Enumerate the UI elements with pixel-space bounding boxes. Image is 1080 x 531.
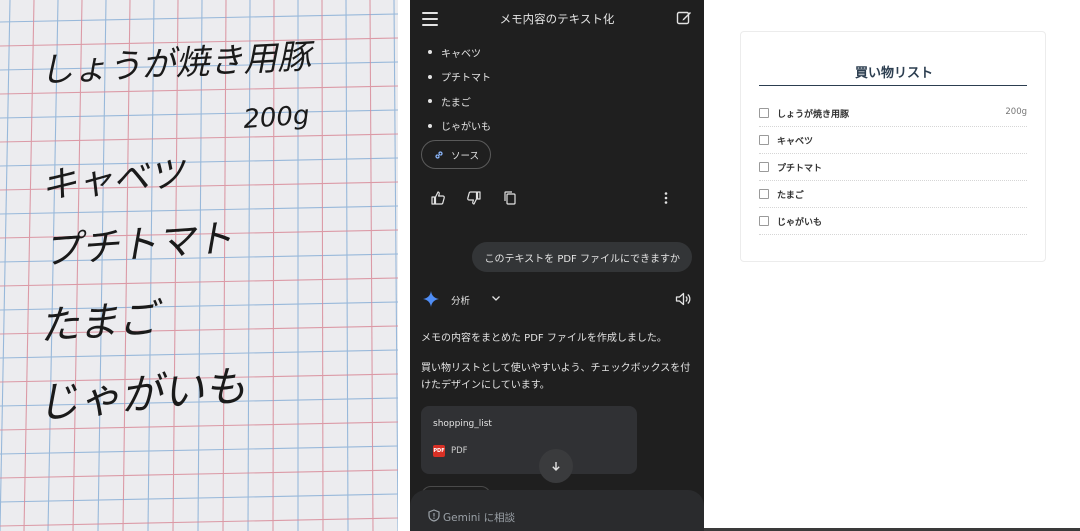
pdf-file-icon: PDF (433, 445, 445, 457)
copy-icon (504, 191, 516, 205)
chat-app: メモ内容のテキスト化 キャベツ プチトマト たまご じゃがいも ソース このテキ… (410, 0, 704, 531)
memo-line-potato: じゃがいも (35, 361, 248, 428)
shopping-list-item: じゃがいも (759, 208, 1027, 235)
memo-line-cabbage: キャベツ (39, 153, 189, 207)
more-vert-icon (664, 192, 668, 204)
chevron-down-icon[interactable] (490, 292, 502, 304)
title-divider (759, 85, 1027, 86)
list-item: プチトマト (428, 65, 491, 90)
list-item: キャベツ (428, 40, 491, 65)
prompt-input[interactable]: Gemini に相談 (443, 510, 515, 525)
list-item-label: じゃがいも (441, 122, 491, 134)
pdf-preview-panel: 買い物リスト しょうが焼き用豚 200g キャベツ プチトマト たまご じゃがい… (704, 0, 1080, 531)
response-actions (410, 190, 704, 210)
scroll-to-bottom-button[interactable] (539, 449, 573, 483)
bullet-list: キャベツ プチトマト たまご じゃがいも (428, 40, 491, 138)
reply-paragraph: メモの内容をまとめた PDF ファイルを作成しました。 (421, 333, 667, 344)
user-message-text: このテキストを PDF ファイルにできますか (484, 253, 680, 265)
list-item: たまご (428, 89, 491, 114)
memo-line-amount: 200g (242, 100, 310, 135)
pdf-page: 買い物リスト しょうが焼き用豚 200g キャベツ プチトマト たまご じゃがい… (740, 31, 1046, 262)
list-item-label: プチトマト (441, 73, 491, 85)
edit-icon[interactable] (676, 10, 692, 26)
item-name: プチトマト (777, 164, 823, 174)
more-options-button[interactable] (658, 190, 676, 208)
hamburger-menu-icon[interactable] (422, 12, 438, 26)
shopping-list-item: キャベツ (759, 127, 1027, 154)
file-name: shopping_list (433, 419, 492, 429)
shopping-list-item: しょうが焼き用豚 200g (759, 100, 1027, 127)
memo-photo: しょうが焼き用豚 200g キャベツ プチトマト たまご じゃがいも (0, 0, 398, 531)
item-checkbox[interactable] (759, 216, 769, 226)
arrow-down-icon (552, 462, 560, 471)
sources-button[interactable]: ソース (421, 140, 491, 169)
speaker-icon[interactable] (674, 290, 692, 308)
item-quantity: 200g (1005, 107, 1027, 117)
divider-gap (398, 0, 410, 531)
item-checkbox[interactable] (759, 189, 769, 199)
list-item-label: たまご (441, 97, 471, 109)
shield-icon (428, 509, 440, 522)
item-checkbox[interactable] (759, 108, 769, 118)
shopping-list-title: 買い物リスト (854, 66, 933, 81)
file-type: PDF (451, 446, 468, 456)
copy-button[interactable] (502, 190, 520, 208)
thumb-up-button[interactable] (430, 190, 448, 208)
item-name: じゃがいも (777, 218, 823, 228)
model-response-header: 分析 (422, 288, 692, 310)
memo-line-egg: たまご (37, 295, 166, 350)
memo-photo-drawing: しょうが焼き用豚 200g キャベツ プチトマト たまご じゃがいも (0, 0, 398, 531)
thumb-down-icon (467, 191, 481, 205)
item-name: キャベツ (777, 137, 814, 147)
item-checkbox[interactable] (759, 162, 769, 172)
shopping-list-item: たまご (759, 181, 1027, 208)
link-icon (435, 150, 443, 159)
thumb-down-button[interactable] (466, 190, 484, 208)
list-item: じゃがいも (428, 114, 491, 139)
memo-line-tomato: プチトマト (42, 216, 235, 273)
chat-header: メモ内容のテキスト化 (410, 0, 704, 38)
screenshot-stage: しょうが焼き用豚 200g キャベツ プチトマト たまご じゃがいも メモ内容の… (0, 0, 1080, 531)
user-message-bubble: このテキストを PDF ファイルにできますか (472, 242, 692, 272)
prompt-composer[interactable]: Gemini に相談 (410, 490, 704, 531)
pdf-file-card[interactable]: shopping_list PDF PDF (421, 406, 637, 474)
chat-title: メモ内容のテキスト化 (499, 12, 615, 26)
item-checkbox[interactable] (759, 135, 769, 145)
shopping-list: しょうが焼き用豚 200g キャベツ プチトマト たまご じゃがいも (759, 100, 1027, 235)
item-name: しょうが焼き用豚 (777, 110, 850, 120)
shopping-list-item: プチトマト (759, 154, 1027, 181)
gemini-spark-icon (423, 291, 439, 307)
model-mode-label[interactable]: 分析 (451, 293, 470, 307)
reply-paragraph: 買い物リストとして使いやすいよう、チェックボックスを付けたデザインにしています。 (421, 363, 691, 391)
thumb-up-icon (431, 191, 445, 205)
item-name: たまご (777, 191, 804, 201)
sources-label: ソース (451, 150, 480, 162)
list-item-label: キャベツ (441, 48, 481, 60)
